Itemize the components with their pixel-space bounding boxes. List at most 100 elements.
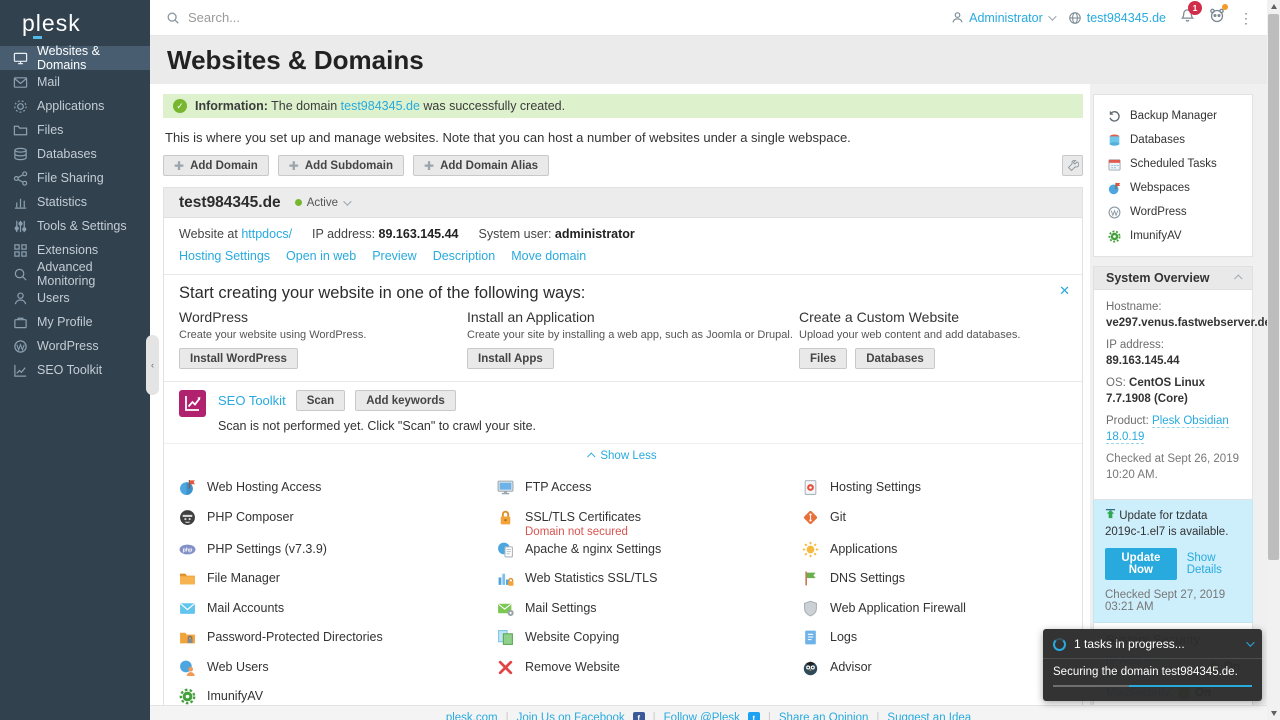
add-keywords-button[interactable]: Add keywords [355, 390, 456, 411]
plesk-com-link[interactable]: plesk.com [446, 712, 498, 720]
mail-icon [13, 75, 28, 90]
add-subdomain-button[interactable]: ✚Add Subdomain [278, 155, 404, 176]
seo-toolkit-link[interactable]: SEO Toolkit [218, 393, 286, 408]
sidebar-item-databases[interactable]: Databases [0, 142, 150, 166]
sidebar-item-file-sharing[interactable]: File Sharing [0, 166, 150, 190]
tool-mail-accounts[interactable]: Mail Accounts [179, 597, 497, 627]
open-in-web-link[interactable]: Open in web [286, 249, 356, 263]
twitter-icon[interactable]: t [748, 712, 760, 720]
scroll-up-arrow[interactable] [1267, 0, 1280, 13]
httpdocs-link[interactable]: httpdocs/ [241, 227, 292, 241]
sidebar-item-wordpress[interactable]: WordPress [0, 334, 150, 358]
chevron-down-icon[interactable] [1246, 638, 1254, 646]
shortcut-imunifyav[interactable]: ImunifyAV [1108, 224, 1252, 248]
banner-domain-link[interactable]: test984345.de [341, 99, 420, 113]
files-button[interactable]: Files [799, 348, 847, 369]
plesk-logo[interactable]: plesk [0, 0, 150, 46]
feedback-button[interactable] [1209, 7, 1225, 28]
tasks-popup: 1 tasks in progress... Securing the doma… [1043, 629, 1262, 701]
system-overview-header[interactable]: System Overview [1093, 266, 1253, 290]
scan-button[interactable]: Scan [296, 390, 346, 411]
shortcut-webspaces[interactable]: Webspaces [1108, 176, 1252, 200]
tasks-popup-header[interactable]: 1 tasks in progress... [1043, 629, 1262, 659]
tool-php-settings[interactable]: php PHP Settings (v7.3.9) [179, 538, 497, 568]
current-domain-link[interactable]: test984345.de [1068, 11, 1166, 25]
share-opinion-link[interactable]: Share an Opinion [779, 712, 869, 720]
tool-dns-settings[interactable]: DNS Settings [802, 567, 1082, 597]
tool-website-copying[interactable]: Website Copying [497, 626, 802, 656]
description-link[interactable]: Description [433, 249, 496, 263]
sidebar-item-users[interactable]: Users [0, 286, 150, 310]
sidebar-item-my-profile[interactable]: My Profile [0, 310, 150, 334]
scrollbar-thumb[interactable] [1268, 14, 1279, 560]
vertical-scrollbar[interactable] [1267, 0, 1280, 720]
sidebar-item-websites-domains[interactable]: Websites & Domains [0, 46, 150, 70]
tool-web-hosting-access[interactable]: Web Hosting Access [179, 476, 497, 506]
sidebar-item-tools-settings[interactable]: Tools & Settings [0, 214, 150, 238]
shortcut-backup-manager[interactable]: Backup Manager [1108, 104, 1252, 128]
sidebar-item-advanced-monitoring[interactable]: Advanced Monitoring [0, 262, 150, 286]
tool-file-manager[interactable]: File Manager [179, 567, 497, 597]
close-icon[interactable]: ✕ [1059, 283, 1070, 299]
databases-button[interactable]: Databases [855, 348, 935, 369]
wrench-icon [1067, 160, 1079, 172]
sidebar-item-seo-toolkit[interactable]: SEO Toolkit [0, 358, 150, 382]
promo-col-desc: Create your site by installing a web app… [467, 329, 799, 341]
sidebar-item-applications[interactable]: Applications [0, 94, 150, 118]
tool-web-statistics[interactable]: Web Statistics SSL/TLS [497, 567, 802, 597]
tool-remove-website[interactable]: Remove Website [497, 656, 802, 686]
sidebar-item-label: SEO Toolkit [37, 363, 102, 377]
shortcut-wordpress[interactable]: WordPress [1108, 200, 1252, 224]
tool-password-protected-directories[interactable]: Password-Protected Directories [179, 626, 497, 656]
install-wordpress-button[interactable]: Install WordPress [179, 348, 298, 369]
show-details-link[interactable]: Show Details [1187, 552, 1241, 576]
scroll-down-arrow[interactable] [1267, 707, 1280, 720]
domain-status-dropdown[interactable]: Active [295, 197, 349, 209]
tool-hosting-settings[interactable]: Hosting Settings [802, 476, 1082, 506]
more-menu-button[interactable]: ⋮ [1239, 11, 1253, 25]
tool-mail-settings[interactable]: Mail Settings [497, 597, 802, 627]
sidebar-item-extensions[interactable]: Extensions [0, 238, 150, 262]
add-domain-alias-button[interactable]: ✚Add Domain Alias [413, 155, 549, 176]
shortcut-databases[interactable]: Databases [1108, 128, 1252, 152]
hosting-settings-link[interactable]: Hosting Settings [179, 249, 270, 263]
system-user: System user: administrator [479, 227, 635, 241]
tool-web-application-firewall[interactable]: Web Application Firewall [802, 597, 1082, 627]
facebook-link[interactable]: Join Us on Facebook [517, 712, 625, 720]
notifications-button[interactable]: 1 [1180, 8, 1195, 28]
suggest-idea-link[interactable]: Suggest an Idea [887, 712, 971, 720]
status-label: Active [307, 197, 338, 209]
tool-git[interactable]: Git [802, 506, 1082, 538]
move-domain-link[interactable]: Move domain [511, 249, 586, 263]
tool-apache-nginx[interactable]: Apache & nginx Settings [497, 538, 802, 568]
shield-icon [802, 600, 819, 617]
search-input[interactable] [188, 10, 408, 25]
user-menu[interactable]: Administrator [951, 11, 1054, 25]
twitter-link[interactable]: Follow @Plesk [664, 712, 740, 720]
shortcut-scheduled-tasks[interactable]: Scheduled Tasks [1108, 152, 1252, 176]
tool-applications[interactable]: Applications [802, 538, 1082, 568]
tool-logs[interactable]: Logs [802, 626, 1082, 656]
domain-links: Hosting Settings Open in web Preview Des… [179, 249, 1067, 274]
update-now-button[interactable]: Update Now [1105, 548, 1177, 580]
tool-web-users[interactable]: Web Users [179, 656, 497, 686]
preview-link[interactable]: Preview [372, 249, 416, 263]
spinner-icon [1053, 638, 1066, 651]
sidebar-item-statistics[interactable]: Statistics [0, 190, 150, 214]
sidebar-item-files[interactable]: Files [0, 118, 150, 142]
facebook-icon[interactable]: f [633, 712, 645, 720]
checked-at: Checked at Sept 26, 2019 10:20 AM. [1106, 452, 1240, 483]
add-domain-button[interactable]: ✚Add Domain [163, 155, 269, 176]
sidebar-collapse-handle[interactable]: ‹ [146, 335, 159, 395]
tool-php-composer[interactable]: PHP Composer [179, 506, 497, 538]
tool-ftp-access[interactable]: FTP Access [497, 476, 802, 506]
sidebar-item-mail[interactable]: Mail [0, 70, 150, 94]
install-apps-button[interactable]: Install Apps [467, 348, 554, 369]
show-less-toggle[interactable]: Show Less [164, 443, 1082, 468]
promo-col-desc: Upload your web content and add database… [799, 329, 1067, 341]
search-bar[interactable] [166, 10, 408, 25]
customize-tools-button[interactable] [1062, 155, 1083, 176]
tool-ssl-certificates[interactable]: SSL/TLS Certificates Domain not secured [497, 506, 802, 538]
tool-imunifyav[interactable]: ImunifyAV [179, 685, 497, 706]
tool-advisor[interactable]: Advisor [802, 656, 1082, 686]
